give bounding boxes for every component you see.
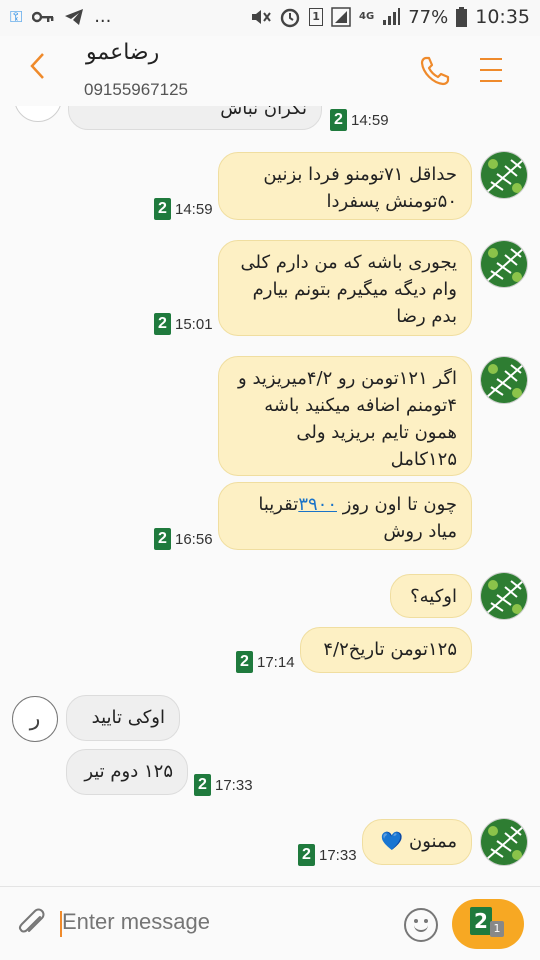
sim-2-icon: 2	[154, 198, 171, 220]
message-time: 17:33	[215, 776, 253, 794]
message-meta: 2 17:33	[298, 844, 357, 866]
sim-2-icon: 2	[330, 109, 347, 131]
status-bar: ⚿ ... 1 4G 77% 10:35	[0, 0, 540, 36]
avatar	[480, 818, 528, 866]
message-text: چون تا اون روز	[336, 494, 457, 515]
message-input[interactable]	[62, 909, 382, 935]
avatar: ر	[12, 696, 58, 742]
signal-bars-icon	[383, 8, 401, 25]
send-button[interactable]: 2 1	[452, 899, 524, 949]
message-meta: 2 14:59	[154, 198, 213, 220]
more-notifications: ...	[94, 6, 112, 27]
message-meta: 2 15:01	[154, 313, 213, 335]
message-bubble[interactable]: ۱۲۵ دوم تیر	[66, 749, 188, 795]
contact-name: رضاعمو	[86, 40, 160, 65]
battery-percent: 77%	[408, 6, 449, 28]
key-icon	[32, 11, 54, 22]
message-bubble[interactable]: چون تا اون روز ۳۹۰۰تقریبا میاد روش	[218, 482, 472, 550]
sim-2-icon: 2	[154, 528, 171, 550]
message-composer: 2 1	[0, 886, 540, 960]
message-bubble[interactable]: اوکیه؟	[390, 574, 472, 618]
message-bubble[interactable]: ممنون 💙	[362, 819, 472, 865]
message-bubble[interactable]: یجوری باشه که من دارم کلی وام دیگه میگیر…	[218, 240, 472, 336]
leaf-avatar-image	[481, 819, 527, 865]
battery-icon	[456, 7, 468, 27]
phone-link[interactable]: ۳۹۰۰	[298, 494, 337, 515]
leaf-avatar-image	[481, 573, 527, 619]
message-list[interactable]: نگران نباش 2 14:59 حداقل ۷۱تومنو فردا بز…	[0, 106, 540, 886]
leaf-avatar-image	[481, 357, 527, 403]
message-text: ممنون	[409, 831, 457, 852]
sim-slot-icon: 1	[309, 8, 324, 26]
message-bubble[interactable]: نگران نباش	[68, 106, 322, 130]
signal-icon	[331, 7, 351, 27]
contact-phone-number: 09155967125	[84, 80, 189, 99]
emoji-button[interactable]	[404, 908, 438, 942]
message-bubble[interactable]: اوکی تایید	[66, 695, 180, 741]
message-time: 14:59	[351, 111, 389, 129]
message-time: 16:56	[175, 530, 213, 548]
mute-icon	[252, 10, 271, 24]
sim-2-icon: 2	[470, 907, 492, 935]
avatar	[480, 356, 528, 404]
sim-2-icon: 2	[194, 774, 211, 796]
message-bubble[interactable]: ۱۲۵تومن تاریخ۴/۲	[300, 627, 472, 673]
chevron-left-icon	[30, 53, 44, 79]
message-meta: 2 14:59	[330, 109, 389, 131]
message-meta: 2 17:33	[194, 774, 253, 796]
back-button[interactable]	[28, 50, 46, 90]
avatar	[480, 572, 528, 620]
message-bubble[interactable]: حداقل ۷۱تومنو فردا بزنین ۵۰تومنش پسفردا	[218, 152, 472, 220]
phone-icon	[420, 56, 450, 86]
sim-2-icon: 2	[154, 313, 171, 335]
paperclip-icon	[18, 908, 45, 933]
call-button[interactable]	[418, 54, 452, 88]
message-bubble[interactable]: اگر ۱۲۱تومن رو ۴/۲میریزید و ۴تومنم اضافه…	[218, 356, 472, 476]
sim-2-icon: 2	[298, 844, 315, 866]
key-icon: ⚿	[10, 6, 23, 26]
network-type: 4G	[359, 11, 375, 22]
message-time: 17:33	[319, 846, 357, 864]
message-time: 14:59	[175, 200, 213, 218]
leaf-avatar-image	[481, 152, 527, 198]
avatar	[14, 106, 62, 122]
menu-button[interactable]	[480, 58, 502, 84]
attach-button[interactable]	[16, 907, 48, 941]
alarm-icon	[280, 8, 300, 28]
avatar	[480, 151, 528, 199]
message-meta: 2 16:56	[154, 528, 213, 550]
message-meta: 2 17:14	[236, 651, 295, 673]
message-time: 15:01	[175, 315, 213, 333]
leaf-avatar-image	[481, 241, 527, 287]
clock: 10:35	[475, 6, 530, 28]
sim-1-icon: 1	[490, 921, 504, 937]
conversation-header: رضاعمو 09155967125	[0, 36, 540, 106]
blue-heart-emoji: 💙	[380, 831, 404, 852]
telegram-icon	[65, 8, 84, 25]
sim-2-icon: 2	[236, 651, 253, 673]
avatar	[480, 240, 528, 288]
message-time: 17:14	[257, 653, 295, 671]
